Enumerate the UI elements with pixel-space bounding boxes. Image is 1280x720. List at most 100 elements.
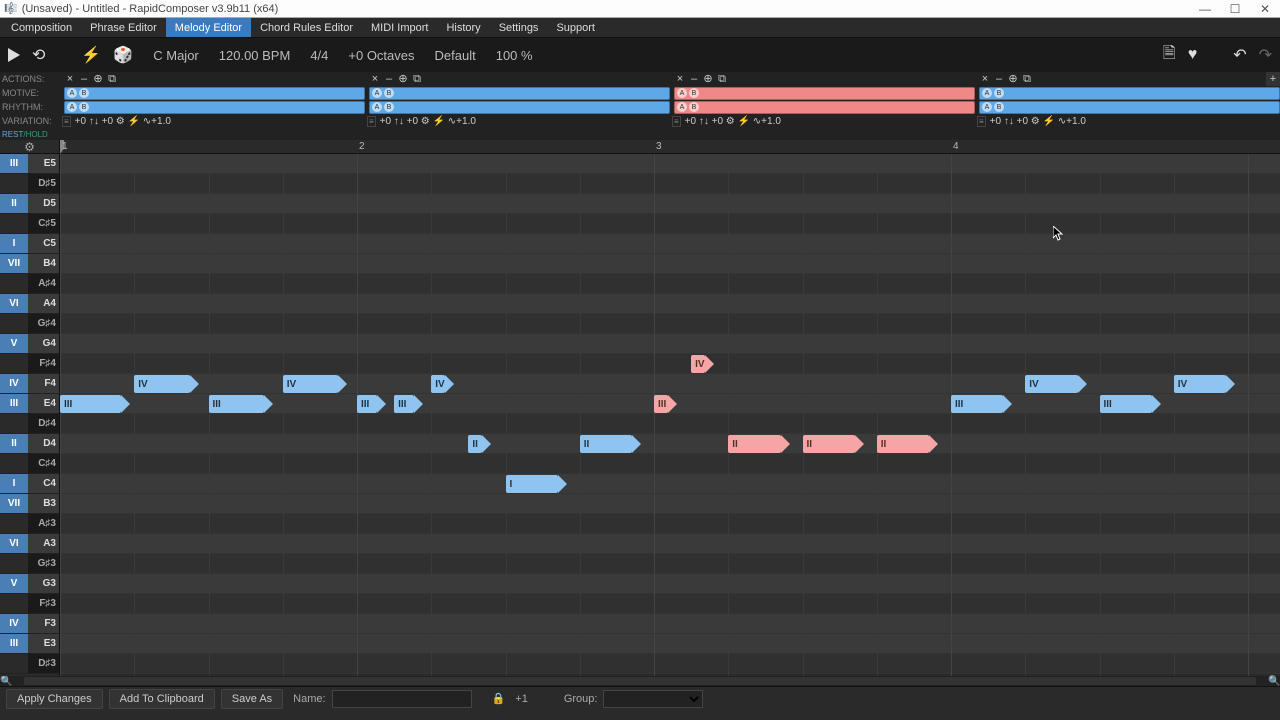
piano-key-G4[interactable]: VG4 [0, 334, 59, 354]
piano-key-A♯3[interactable]: A♯3 [0, 514, 59, 534]
randomize-button[interactable]: 🎲 [113, 45, 133, 65]
motive-cell[interactable]: AB [365, 86, 670, 100]
menu-history[interactable]: History [437, 18, 489, 37]
settings-button[interactable]: ⚙ [0, 140, 59, 154]
rhythm-cell[interactable]: AB [670, 100, 975, 114]
variation-cell[interactable]: ≡+0 ↑↓ +0 ⚙ ⚡ ∿+1.0 [365, 114, 670, 128]
note[interactable]: II [803, 435, 855, 453]
piano-key-D5[interactable]: IID5 [0, 194, 59, 214]
bar-ruler[interactable]: 1234 [60, 140, 1280, 154]
note[interactable]: II [468, 435, 482, 453]
key-label[interactable]: C Major [153, 48, 199, 63]
piano-key-C♯5[interactable]: C♯5 [0, 214, 59, 234]
plus-one-label[interactable]: +1 [515, 693, 528, 705]
lock-icon[interactable]: 🔒 [492, 692, 506, 705]
variation-cell[interactable]: ≡+0 ↑↓ +0 ⚙ ⚡ ∿+1.0 [670, 114, 975, 128]
group-select[interactable] [603, 690, 703, 708]
plus-bar-icon[interactable]: ⊕ [92, 73, 104, 85]
note[interactable]: III [951, 395, 1003, 413]
close-bar-icon[interactable]: × [64, 73, 76, 85]
piano-key-C4[interactable]: IC4 [0, 474, 59, 494]
piano-key-G♯3[interactable]: G♯3 [0, 554, 59, 574]
variation-cell[interactable]: ≡+0 ↑↓ +0 ⚙ ⚡ ∿+1.0 [60, 114, 365, 128]
note[interactable]: III [1100, 395, 1152, 413]
play-button[interactable] [8, 48, 20, 62]
piano-key-D♯3[interactable]: D♯3 [0, 654, 59, 674]
note[interactable]: I [506, 475, 558, 493]
favorite-button[interactable]: ♥ [1188, 46, 1198, 64]
note[interactable]: IV [134, 375, 189, 393]
piano-key-C♯4[interactable]: C♯4 [0, 454, 59, 474]
copy-bar-icon[interactable]: ⧉ [716, 73, 728, 85]
menu-midi-import[interactable]: MIDI Import [362, 18, 437, 37]
redo-button[interactable]: ↷ [1259, 45, 1272, 65]
note[interactable]: II [877, 435, 929, 453]
piano-key-G3[interactable]: VG3 [0, 574, 59, 594]
note[interactable]: IV+ [691, 355, 705, 373]
menu-melody-editor[interactable]: Melody Editor [166, 18, 251, 37]
save-as-button[interactable]: Save As [221, 689, 283, 709]
piano-key-B3[interactable]: VIIB3 [0, 494, 59, 514]
motive-cell[interactable]: AB [670, 86, 975, 100]
note[interactable]: IV [431, 375, 445, 393]
close-button[interactable]: ✕ [1250, 0, 1280, 18]
note[interactable]: III [394, 395, 414, 413]
loop-button[interactable]: ⟲ [32, 45, 45, 65]
minus-bar-icon[interactable]: – [688, 73, 700, 85]
copy-bar-icon[interactable]: ⧉ [1021, 73, 1033, 85]
rhythm-cell[interactable]: AB [365, 100, 670, 114]
octave-label[interactable]: +0 Octaves [348, 48, 414, 63]
piano-key-E3[interactable]: IIIE3 [0, 634, 59, 654]
piano-key-C5[interactable]: IC5 [0, 234, 59, 254]
piano-key-D♯4[interactable]: D♯4 [0, 414, 59, 434]
scrollbar-track[interactable] [24, 677, 1256, 685]
copy-bar-icon[interactable]: ⧉ [106, 73, 118, 85]
piano-key-E5[interactable]: IIIE5 [0, 154, 59, 174]
close-bar-icon[interactable]: × [674, 73, 686, 85]
piano-key-F♯3[interactable]: F♯3 [0, 594, 59, 614]
zoom-label[interactable]: 100 % [496, 48, 533, 63]
horizontal-scrollbar[interactable]: 🔍 🔍 [0, 676, 1280, 686]
velocity-label[interactable]: Default [435, 48, 476, 63]
piano-key-D4[interactable]: IID4 [0, 434, 59, 454]
save-preset-button[interactable]: 🗎 [1163, 42, 1176, 69]
add-to-clipboard-button[interactable]: Add To Clipboard [109, 689, 215, 709]
timesig-label[interactable]: 4/4 [310, 48, 328, 63]
note[interactable]: III [209, 395, 264, 413]
rhythm-cell[interactable]: AB [975, 100, 1280, 114]
minus-bar-icon[interactable]: – [993, 73, 1005, 85]
generate-button[interactable]: ⚡ [81, 45, 101, 65]
note[interactable]: II [728, 435, 780, 453]
zoom-out-icon[interactable]: 🔍 [0, 676, 12, 687]
apply-changes-button[interactable]: Apply Changes [6, 689, 103, 709]
piano-key-A3[interactable]: VIA3 [0, 534, 59, 554]
piano-key-B4[interactable]: VIIB4 [0, 254, 59, 274]
note-grid[interactable]: 1234 IIIIVIIIIVIIIIIIIVIIIIIIIIIV+IIIIII… [60, 140, 1280, 676]
plus-bar-icon[interactable]: ⊕ [1007, 73, 1019, 85]
plus-bar-icon[interactable]: ⊕ [397, 73, 409, 85]
note[interactable]: IV [1174, 375, 1226, 393]
add-bar-button[interactable]: + [1266, 72, 1280, 86]
piano-key-E4[interactable]: IIIE4 [0, 394, 59, 414]
motive-cell[interactable]: AB [60, 86, 365, 100]
copy-bar-icon[interactable]: ⧉ [411, 73, 423, 85]
piano-key-A♯4[interactable]: A♯4 [0, 274, 59, 294]
note[interactable]: IV [1025, 375, 1077, 393]
bpm-label[interactable]: 120.00 BPM [219, 48, 291, 63]
note[interactable]: IV [283, 375, 338, 393]
minus-bar-icon[interactable]: – [383, 73, 395, 85]
menu-support[interactable]: Support [547, 18, 604, 37]
note[interactable]: II [580, 435, 632, 453]
note[interactable]: III [654, 395, 668, 413]
minus-bar-icon[interactable]: – [78, 73, 90, 85]
piano-key-F♯4[interactable]: F♯4 [0, 354, 59, 374]
menu-chord-rules-editor[interactable]: Chord Rules Editor [251, 18, 362, 37]
close-bar-icon[interactable]: × [979, 73, 991, 85]
rhythm-cell[interactable]: AB [60, 100, 365, 114]
menu-phrase-editor[interactable]: Phrase Editor [81, 18, 166, 37]
zoom-in-icon[interactable]: 🔍 [1268, 676, 1280, 687]
note[interactable]: III [60, 395, 121, 413]
plus-bar-icon[interactable]: ⊕ [702, 73, 714, 85]
variation-cell[interactable]: ≡+0 ↑↓ +0 ⚙ ⚡ ∿+1.0 [975, 114, 1280, 128]
menu-composition[interactable]: Composition [2, 18, 81, 37]
